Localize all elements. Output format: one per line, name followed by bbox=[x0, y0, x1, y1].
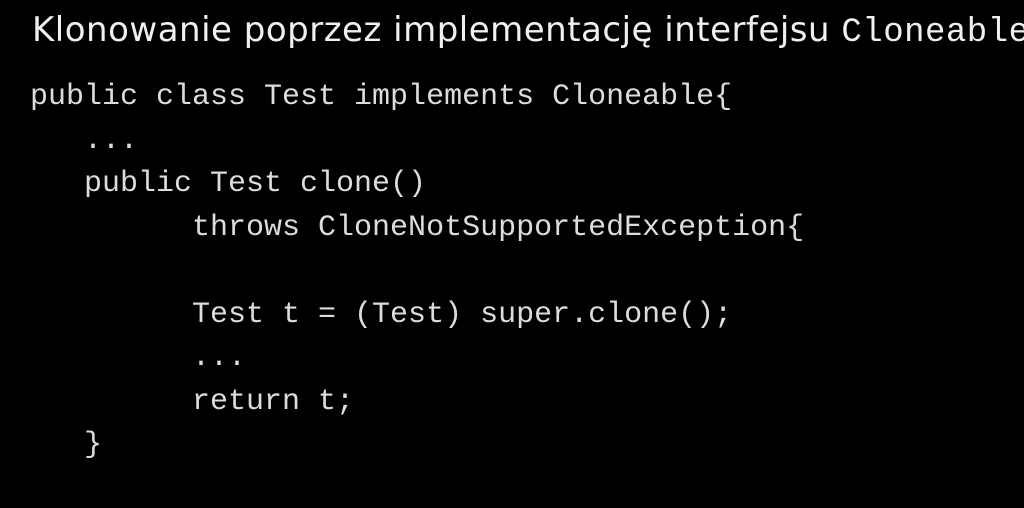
slide-title: Klonowanie poprzez implementację interfe… bbox=[32, 10, 994, 52]
code-line-2: ... bbox=[30, 124, 138, 158]
title-code-word: Cloneable bbox=[841, 14, 1024, 52]
title-prefix: Klonowanie poprzez implementację interfe… bbox=[32, 10, 841, 50]
code-line-4: throws CloneNotSupportedException{ bbox=[30, 211, 804, 245]
code-line-1: public class Test implements Cloneable{ bbox=[30, 80, 732, 114]
code-line-7: ... bbox=[30, 341, 246, 375]
code-line-9: } bbox=[30, 428, 102, 462]
code-line-6: Test t = (Test) super.clone(); bbox=[30, 298, 732, 332]
code-line-3: public Test clone() bbox=[30, 167, 426, 201]
code-block: public class Test implements Cloneable{ … bbox=[30, 76, 994, 468]
slide: Klonowanie poprzez implementację interfe… bbox=[0, 0, 1024, 508]
code-line-8: return t; bbox=[30, 385, 354, 419]
